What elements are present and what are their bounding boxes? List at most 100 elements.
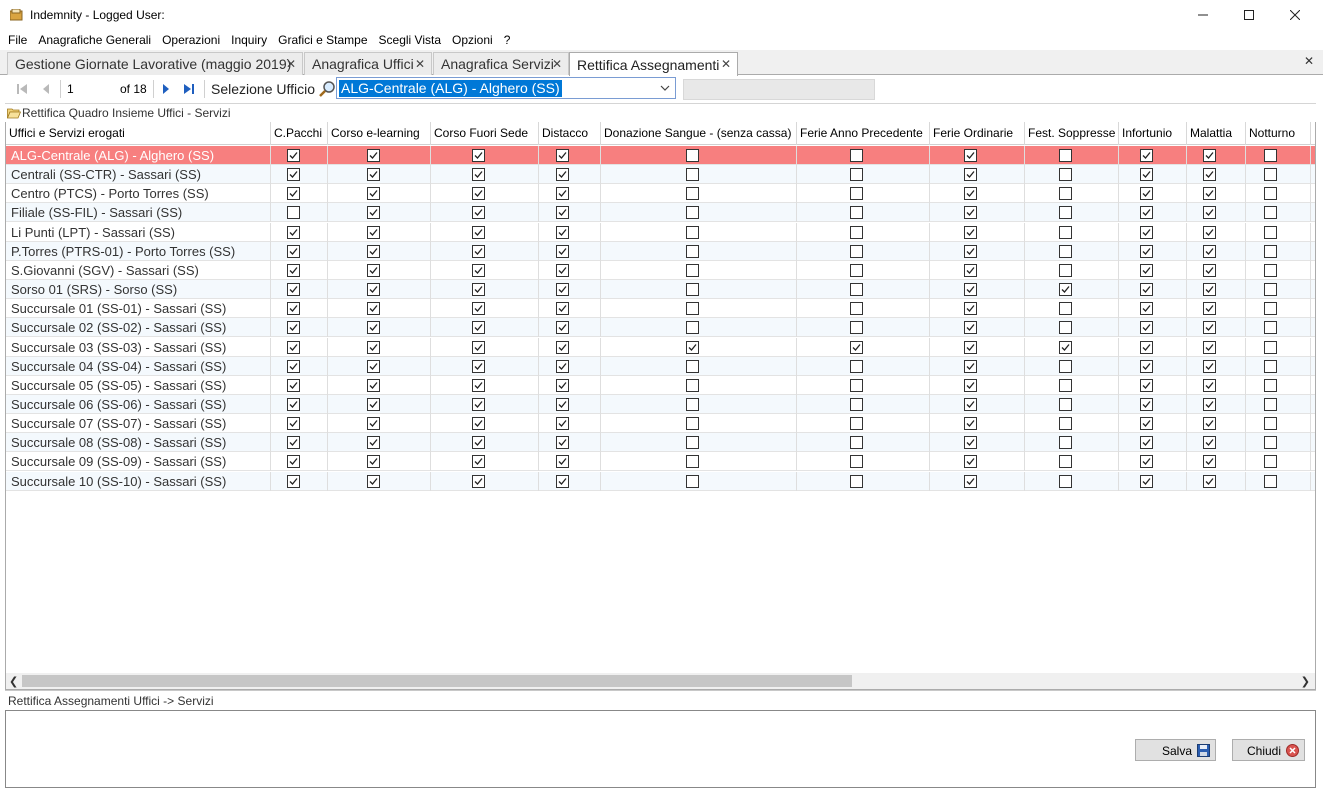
service-checkbox-checked[interactable] bbox=[556, 474, 569, 488]
service-checkbox-checked[interactable] bbox=[1203, 283, 1216, 297]
service-checkbox-unchecked[interactable] bbox=[1059, 244, 1072, 258]
service-checkbox-unchecked[interactable] bbox=[686, 397, 699, 411]
service-checkbox-checked[interactable] bbox=[472, 244, 485, 258]
menu-file[interactable]: File bbox=[8, 33, 27, 47]
service-checkbox-checked[interactable] bbox=[556, 263, 569, 277]
service-checkbox-checked[interactable] bbox=[1203, 417, 1216, 431]
service-checkbox-checked[interactable] bbox=[556, 417, 569, 431]
service-checkbox-checked[interactable] bbox=[1140, 397, 1153, 411]
service-checkbox-checked[interactable] bbox=[367, 283, 380, 297]
service-checkbox-checked[interactable] bbox=[1140, 283, 1153, 297]
service-checkbox-checked[interactable] bbox=[1203, 340, 1216, 354]
service-checkbox-unchecked[interactable] bbox=[1264, 321, 1277, 335]
service-checkbox-checked[interactable] bbox=[1203, 474, 1216, 488]
table-row[interactable]: Succursale 08 (SS-08) - Sassari (SS) bbox=[6, 433, 1315, 453]
table-row[interactable]: Succursale 09 (SS-09) - Sassari (SS) bbox=[6, 452, 1315, 472]
service-checkbox-unchecked[interactable] bbox=[1059, 187, 1072, 201]
service-checkbox-checked[interactable] bbox=[1140, 378, 1153, 392]
service-checkbox-checked[interactable] bbox=[964, 340, 977, 354]
service-checkbox-unchecked[interactable] bbox=[850, 378, 863, 392]
service-checkbox-checked[interactable] bbox=[1140, 302, 1153, 316]
menu-anagrafiche-generali[interactable]: Anagrafiche Generali bbox=[38, 33, 151, 47]
service-checkbox-checked[interactable] bbox=[287, 283, 300, 297]
service-checkbox-checked[interactable] bbox=[472, 302, 485, 316]
tab-close-icon[interactable]: ✕ bbox=[286, 57, 296, 71]
column-header[interactable]: C.Pacchi bbox=[271, 122, 328, 145]
service-checkbox-checked[interactable] bbox=[556, 455, 569, 469]
service-checkbox-unchecked[interactable] bbox=[287, 206, 300, 220]
service-checkbox-checked[interactable] bbox=[287, 455, 300, 469]
service-checkbox-checked[interactable] bbox=[472, 397, 485, 411]
service-checkbox-unchecked[interactable] bbox=[1264, 397, 1277, 411]
service-checkbox-unchecked[interactable] bbox=[1059, 321, 1072, 335]
service-checkbox-checked[interactable] bbox=[964, 302, 977, 316]
table-row[interactable]: Succursale 07 (SS-07) - Sassari (SS) bbox=[6, 414, 1315, 434]
service-checkbox-unchecked[interactable] bbox=[1264, 225, 1277, 239]
service-checkbox-unchecked[interactable] bbox=[686, 225, 699, 239]
service-checkbox-unchecked[interactable] bbox=[686, 149, 699, 162]
service-checkbox-checked[interactable] bbox=[287, 359, 300, 373]
service-checkbox-checked[interactable] bbox=[964, 455, 977, 469]
service-checkbox-unchecked[interactable] bbox=[686, 168, 699, 182]
table-row[interactable]: S.Giovanni (SGV) - Sassari (SS) bbox=[6, 260, 1315, 280]
service-checkbox-checked[interactable] bbox=[472, 206, 485, 220]
table-row[interactable]: Succursale 04 (SS-04) - Sassari (SS) bbox=[6, 356, 1315, 376]
service-checkbox-unchecked[interactable] bbox=[850, 455, 863, 469]
scroll-right-icon[interactable]: ❯ bbox=[1301, 675, 1310, 688]
menu-opzioni[interactable]: Opzioni bbox=[452, 33, 493, 47]
table-row[interactable]: Succursale 06 (SS-06) - Sassari (SS) bbox=[6, 394, 1315, 414]
first-page-button[interactable] bbox=[15, 81, 29, 97]
service-checkbox-unchecked[interactable] bbox=[850, 187, 863, 201]
service-checkbox-unchecked[interactable] bbox=[1264, 244, 1277, 258]
table-row[interactable]: ALG-Centrale (ALG) - Alghero (SS) bbox=[6, 146, 1315, 165]
tab-close-icon[interactable]: ✕ bbox=[721, 57, 731, 71]
office-name-cell[interactable]: Succursale 01 (SS-01) - Sassari (SS) bbox=[6, 299, 271, 319]
service-checkbox-checked[interactable] bbox=[1203, 168, 1216, 182]
office-name-cell[interactable]: ALG-Centrale (ALG) - Alghero (SS) bbox=[6, 146, 271, 165]
tab-anagrafica-uffici[interactable]: Anagrafica Uffici ✕ bbox=[304, 52, 432, 75]
service-checkbox-checked[interactable] bbox=[367, 302, 380, 316]
table-row[interactable]: Succursale 02 (SS-02) - Sassari (SS) bbox=[6, 318, 1315, 338]
service-checkbox-checked[interactable] bbox=[287, 321, 300, 335]
service-checkbox-unchecked[interactable] bbox=[686, 436, 699, 450]
table-row[interactable]: Filiale (SS-FIL) - Sassari (SS) bbox=[6, 203, 1315, 223]
service-checkbox-checked[interactable] bbox=[367, 455, 380, 469]
service-checkbox-unchecked[interactable] bbox=[686, 206, 699, 220]
service-checkbox-checked[interactable] bbox=[964, 149, 977, 162]
service-checkbox-checked[interactable] bbox=[472, 417, 485, 431]
service-checkbox-checked[interactable] bbox=[472, 340, 485, 354]
service-checkbox-unchecked[interactable] bbox=[1264, 436, 1277, 450]
service-checkbox-unchecked[interactable] bbox=[1264, 149, 1277, 162]
office-name-cell[interactable]: Succursale 03 (SS-03) - Sassari (SS) bbox=[6, 337, 271, 357]
service-checkbox-checked[interactable] bbox=[1140, 321, 1153, 335]
service-checkbox-unchecked[interactable] bbox=[686, 321, 699, 335]
service-checkbox-unchecked[interactable] bbox=[1264, 359, 1277, 373]
table-row[interactable]: Li Punti (LPT) - Sassari (SS) bbox=[6, 222, 1315, 242]
service-checkbox-checked[interactable] bbox=[1059, 340, 1072, 354]
service-checkbox-unchecked[interactable] bbox=[1059, 302, 1072, 316]
close-all-tabs-icon[interactable]: ✕ bbox=[1304, 54, 1314, 68]
service-checkbox-checked[interactable] bbox=[472, 168, 485, 182]
service-checkbox-unchecked[interactable] bbox=[1264, 474, 1277, 488]
service-checkbox-unchecked[interactable] bbox=[686, 455, 699, 469]
chevron-down-icon[interactable] bbox=[659, 82, 671, 94]
service-checkbox-checked[interactable] bbox=[556, 187, 569, 201]
service-checkbox-checked[interactable] bbox=[964, 225, 977, 239]
table-row[interactable]: P.Torres (PTRS-01) - Porto Torres (SS) bbox=[6, 241, 1315, 261]
search-icon[interactable] bbox=[318, 80, 336, 98]
close-window-button[interactable] bbox=[1272, 0, 1318, 30]
service-checkbox-unchecked[interactable] bbox=[1059, 225, 1072, 239]
service-checkbox-checked[interactable] bbox=[964, 263, 977, 277]
office-name-cell[interactable]: Centrali (SS-CTR) - Sassari (SS) bbox=[6, 165, 271, 185]
office-name-cell[interactable]: Succursale 09 (SS-09) - Sassari (SS) bbox=[6, 452, 271, 472]
service-checkbox-checked[interactable] bbox=[287, 168, 300, 182]
service-checkbox-checked[interactable] bbox=[367, 397, 380, 411]
table-row[interactable]: Sorso 01 (SRS) - Sorso (SS) bbox=[6, 280, 1315, 300]
column-header[interactable]: Distacco bbox=[539, 122, 601, 145]
service-checkbox-checked[interactable] bbox=[1203, 436, 1216, 450]
service-checkbox-checked[interactable] bbox=[1203, 225, 1216, 239]
service-checkbox-checked[interactable] bbox=[1140, 225, 1153, 239]
service-checkbox-checked[interactable] bbox=[964, 378, 977, 392]
service-checkbox-unchecked[interactable] bbox=[1059, 378, 1072, 392]
service-checkbox-checked[interactable] bbox=[556, 149, 569, 162]
